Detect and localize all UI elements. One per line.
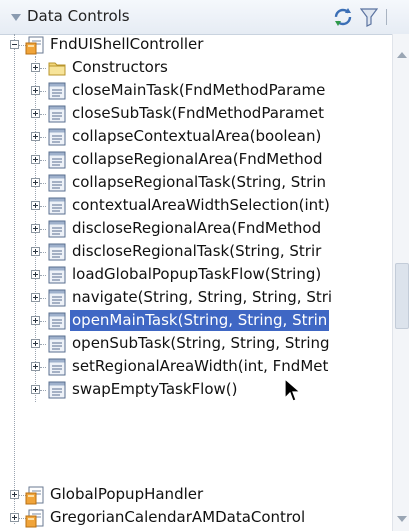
tree-node-method[interactable]: discloseRegionalArea(FndMethod: [0, 218, 392, 241]
panel-header: Data Controls: [0, 0, 409, 35]
folder-icon: [47, 58, 67, 78]
expand-toggle[interactable]: [10, 490, 19, 499]
expand-toggle[interactable]: [31, 63, 40, 72]
filter-icon[interactable]: [360, 7, 378, 27]
panel-title: Data Controls: [27, 7, 130, 25]
tree-node-label: FndUIShellController: [50, 35, 204, 53]
tree-node-method[interactable]: setRegionalAreaWidth(int, FndMet: [0, 356, 392, 379]
tree-node-label: loadGlobalPopupTaskFlow(String): [72, 265, 322, 283]
method-icon: [47, 104, 67, 124]
method-icon: [47, 357, 67, 377]
expand-toggle[interactable]: [31, 132, 40, 141]
expand-toggle[interactable]: [31, 385, 40, 394]
tree-node-method[interactable]: closeSubTask(FndMethodParamet: [0, 103, 392, 126]
scrollbar-thumb[interactable]: [395, 263, 409, 329]
tree-node-method[interactable]: loadGlobalPopupTaskFlow(String): [0, 264, 392, 287]
tree-node-label: Constructors: [72, 58, 168, 76]
tree-node-label: closeMainTask(FndMethodParame: [72, 81, 326, 99]
tree-node-gregoriancalendaramdatacontrol[interactable]: GregorianCalendarAMDataControl: [0, 507, 392, 530]
expand-toggle[interactable]: [31, 339, 40, 348]
tree-node-label: GregorianCalendarAMDataControl: [50, 508, 306, 526]
scroll-down-arrow-icon[interactable]: [397, 516, 407, 522]
tree-node-label: navigate(String, String, String, Stri: [72, 288, 333, 306]
tree-node-method[interactable]: swapEmptyTaskFlow(): [0, 379, 392, 402]
method-icon: [47, 196, 67, 216]
expand-toggle[interactable]: [31, 362, 40, 371]
data-control-icon: [25, 485, 45, 505]
tree-node-label: GlobalPopupHandler: [50, 485, 204, 503]
mouse-cursor-icon: [284, 378, 302, 402]
tree-node-label: collapseRegionalArea(FndMethod: [72, 150, 323, 168]
expand-toggle[interactable]: [31, 293, 40, 302]
tree-node-method[interactable]: collapseContextualArea(boolean): [0, 126, 392, 149]
collapse-triangle-icon[interactable]: [11, 14, 21, 21]
expand-toggle[interactable]: [31, 201, 40, 210]
tree-node-constructors[interactable]: Constructors: [0, 57, 392, 80]
data-controls-panel: Data Controls FndUIShellController Const…: [0, 0, 409, 531]
tree-node-label: collapseRegionalTask(String, Strin: [72, 173, 326, 191]
tree-node-label: discloseRegionalArea(FndMethod: [72, 219, 322, 237]
method-icon: [47, 265, 67, 285]
expand-toggle[interactable]: [31, 109, 40, 118]
expand-toggle[interactable]: [31, 316, 40, 325]
expand-toggle[interactable]: [31, 270, 40, 279]
tree-node-label: closeSubTask(FndMethodParamet: [72, 104, 324, 122]
tree-node-label: openMainTask(String, String, Strin: [70, 310, 330, 331]
toolbar-separator: [386, 9, 387, 25]
tree-node-method[interactable]: collapseRegionalTask(String, Strin: [0, 172, 392, 195]
method-icon: [47, 288, 67, 308]
expand-toggle[interactable]: [31, 224, 40, 233]
data-controls-tree: FndUIShellController Constructors closeM…: [0, 34, 392, 531]
method-icon: [47, 127, 67, 147]
data-control-icon: [25, 508, 45, 528]
tree-node-method[interactable]: contextualAreaWidthSelection(int): [0, 195, 392, 218]
tree-node-method[interactable]: discloseRegionalTask(String, Strir: [0, 241, 392, 264]
tree-node-label: openSubTask(String, String, String: [72, 334, 330, 352]
method-icon: [47, 219, 67, 239]
method-icon: [47, 380, 67, 400]
tree-node-label: contextualAreaWidthSelection(int): [72, 196, 330, 214]
tree-node-method[interactable]: collapseRegionalArea(FndMethod: [0, 149, 392, 172]
tree-node-method[interactable]: openSubTask(String, String, String: [0, 333, 392, 356]
method-icon: [47, 242, 67, 262]
expand-toggle[interactable]: [31, 178, 40, 187]
method-icon: [47, 334, 67, 354]
expand-toggle[interactable]: [31, 247, 40, 256]
tree-node-globalpopuphandler[interactable]: GlobalPopupHandler: [0, 484, 392, 507]
method-icon: [47, 150, 67, 170]
data-control-icon: [25, 35, 45, 55]
tree-node-label: collapseContextualArea(boolean): [72, 127, 322, 145]
tree-node-label: setRegionalAreaWidth(int, FndMet: [72, 357, 329, 375]
refresh-icon[interactable]: [332, 6, 354, 28]
expand-toggle[interactable]: [31, 155, 40, 164]
expand-toggle[interactable]: [10, 513, 19, 522]
tree-node-method[interactable]: navigate(String, String, String, Stri: [0, 287, 392, 310]
method-icon: [47, 81, 67, 101]
scroll-up-arrow-icon[interactable]: [397, 52, 407, 58]
tree-node-method-selected[interactable]: openMainTask(String, String, Strin: [0, 310, 392, 333]
method-icon: [47, 173, 67, 193]
tree-node-method[interactable]: closeMainTask(FndMethodParame: [0, 80, 392, 103]
tree-node-label: discloseRegionalTask(String, Strir: [72, 242, 322, 260]
tree-node-fnduishellcontroller[interactable]: FndUIShellController: [0, 34, 392, 57]
tree-node-label: swapEmptyTaskFlow(): [72, 380, 238, 398]
vertical-scrollbar[interactable]: [392, 34, 409, 531]
collapse-toggle[interactable]: [10, 40, 19, 49]
expand-toggle[interactable]: [31, 86, 40, 95]
method-icon: [47, 311, 67, 331]
